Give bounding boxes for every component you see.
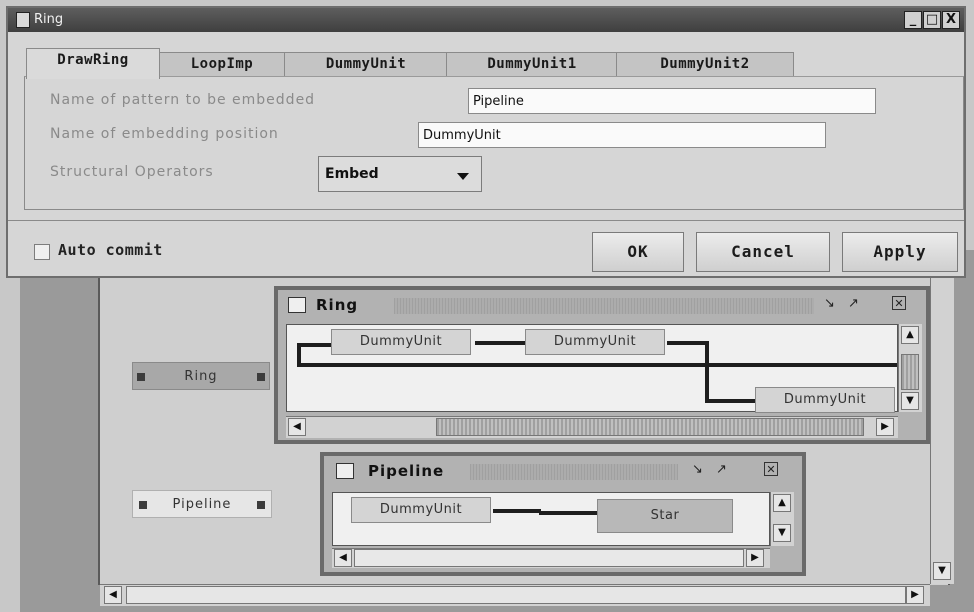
ring-unit-2[interactable]: DummyUnit — [525, 329, 665, 355]
title-grip — [394, 298, 814, 314]
cancel-button[interactable]: Cancel — [696, 232, 830, 272]
connector-wire — [705, 399, 755, 403]
ring-unit-1[interactable]: DummyUnit — [331, 329, 471, 355]
close-icon[interactable]: ✕ — [892, 296, 906, 310]
tab-loopimp[interactable]: LoopImp — [158, 52, 286, 77]
workspace-hscrollbar[interactable]: ◀ ▶ — [100, 584, 930, 606]
palette-item-label: Pipeline — [172, 497, 232, 512]
connector-wire — [297, 363, 897, 367]
port-icon — [257, 501, 265, 509]
connector-wire — [475, 341, 525, 345]
scroll-thumb[interactable] — [901, 354, 919, 390]
ring-unit-3[interactable]: DummyUnit — [755, 387, 895, 413]
minimize-button[interactable]: _ — [904, 11, 922, 29]
close-icon[interactable]: ✕ — [764, 462, 778, 476]
scroll-left-icon[interactable]: ◀ — [334, 549, 352, 567]
window-icon — [16, 12, 30, 28]
minimize-icon[interactable]: ↘ — [692, 462, 703, 477]
connector-wire — [297, 345, 301, 365]
operators-label: Structural Operators — [50, 164, 214, 180]
pipeline-frame[interactable]: Pipeline ↘ ↗ ✕ DummyUnit Star ▲ ▼ ◀ ▶ — [320, 452, 806, 576]
pipeline-unit-2[interactable]: Star — [597, 499, 733, 533]
scroll-down-icon[interactable]: ▼ — [933, 562, 951, 580]
scroll-right-icon[interactable]: ▶ — [906, 586, 924, 604]
scroll-up-icon[interactable]: ▲ — [773, 494, 791, 512]
maximize-button[interactable]: □ — [923, 11, 941, 29]
pipeline-vscrollbar[interactable]: ▲ ▼ — [770, 492, 794, 546]
maximize-icon[interactable]: ↗ — [716, 462, 727, 477]
apply-button[interactable]: Apply — [842, 232, 958, 272]
window-icon — [336, 463, 354, 479]
scroll-left-icon[interactable]: ◀ — [288, 418, 306, 436]
ring-hscrollbar[interactable]: ◀ ▶ — [286, 416, 898, 438]
palette-item-pipeline[interactable]: Pipeline — [132, 490, 272, 518]
divider — [8, 220, 964, 221]
tab-dummyunit1[interactable]: DummyUnit1 — [446, 52, 618, 77]
connector-wire — [705, 341, 709, 401]
ring-frame-header[interactable]: Ring ↘ ↗ ✕ — [278, 290, 926, 320]
pipeline-canvas[interactable]: DummyUnit Star — [332, 492, 770, 546]
connector-wire — [667, 341, 707, 345]
scroll-thumb[interactable] — [126, 586, 906, 604]
pipeline-frame-title: Pipeline — [368, 462, 445, 480]
tab-bar: DrawRing LoopImp DummyUnit DummyUnit1 Du… — [26, 48, 926, 79]
ring-canvas[interactable]: DummyUnit DummyUnit DummyUnit — [286, 324, 898, 413]
pattern-label: Name of pattern to be embedded — [50, 92, 316, 108]
ring-frame[interactable]: Ring ↘ ↗ ✕ DummyUnit DummyUnit DummyUnit… — [274, 286, 930, 444]
structural-operators-select[interactable]: Embed — [318, 156, 482, 192]
title-grip — [470, 464, 678, 480]
pipeline-hscrollbar[interactable]: ◀ ▶ — [332, 548, 770, 568]
scroll-right-icon[interactable]: ▶ — [746, 549, 764, 567]
scroll-down-icon[interactable]: ▼ — [901, 392, 919, 410]
workspace-vscrollbar[interactable]: ▼ — [930, 278, 954, 584]
scroll-left-icon[interactable]: ◀ — [104, 586, 122, 604]
auto-commit-checkbox[interactable] — [34, 244, 50, 260]
port-icon — [139, 501, 147, 509]
position-label: Name of embedding position — [50, 126, 279, 142]
port-icon — [137, 373, 145, 381]
close-button[interactable]: X — [942, 11, 960, 29]
window-icon — [288, 297, 306, 313]
tab-dummyunit[interactable]: DummyUnit — [284, 52, 448, 77]
chevron-down-icon — [457, 173, 469, 180]
title-bar[interactable]: Ring _ □ X — [8, 8, 964, 32]
pattern-name-input[interactable] — [468, 88, 876, 114]
ok-button[interactable]: OK — [592, 232, 684, 272]
connector-wire — [493, 509, 541, 513]
tab-dummyunit2[interactable]: DummyUnit2 — [616, 52, 794, 77]
pipeline-unit-1[interactable]: DummyUnit — [351, 497, 491, 523]
scroll-thumb[interactable] — [436, 418, 864, 436]
scroll-down-icon[interactable]: ▼ — [773, 524, 791, 542]
ring-frame-title: Ring — [316, 296, 359, 314]
ring-dialog[interactable]: Ring _ □ X DrawRing LoopImp DummyUnit Du… — [6, 6, 966, 278]
select-value: Embed — [325, 166, 379, 182]
ring-vscrollbar[interactable]: ▲ ▼ — [898, 324, 922, 412]
auto-commit-label: Auto commit — [58, 241, 163, 259]
palette-item-label: Ring — [184, 369, 218, 384]
position-name-input[interactable] — [418, 122, 826, 148]
connector-wire — [539, 511, 599, 515]
palette-item-ring[interactable]: Ring — [132, 362, 270, 390]
scroll-up-icon[interactable]: ▲ — [901, 326, 919, 344]
tab-drawring[interactable]: DrawRing — [26, 48, 160, 79]
port-icon — [257, 373, 265, 381]
window-title: Ring — [34, 12, 64, 27]
maximize-icon[interactable]: ↗ — [848, 296, 859, 311]
pipeline-frame-header[interactable]: Pipeline ↘ ↗ ✕ — [324, 456, 802, 486]
scroll-thumb[interactable] — [354, 549, 744, 567]
minimize-icon[interactable]: ↘ — [824, 296, 835, 311]
scroll-right-icon[interactable]: ▶ — [876, 418, 894, 436]
